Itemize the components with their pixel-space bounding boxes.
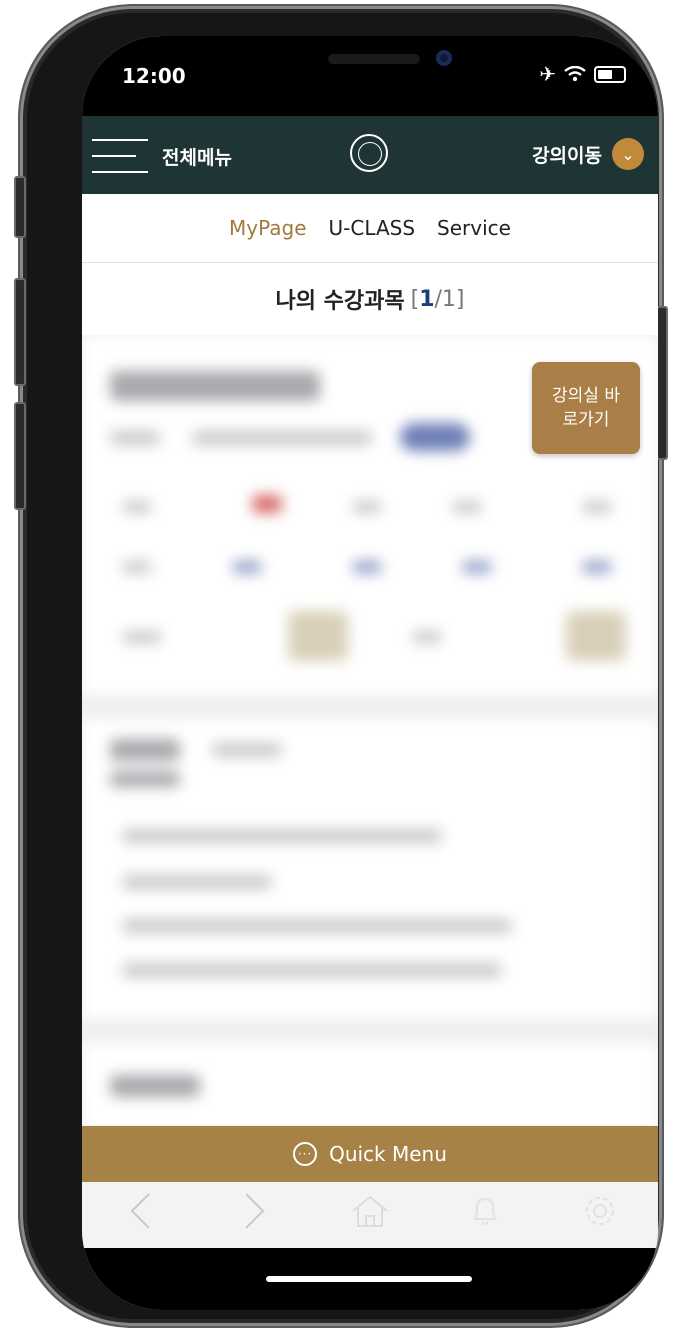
browser-toolbar <box>82 1182 658 1248</box>
blurred-text <box>352 561 382 573</box>
page-counter-current: 1 <box>419 286 435 312</box>
phone-frame: 12:00 ✈ 전체메뉴 강의이동 ⌄ MyPage U-CLASS Servi… <box>14 6 668 1326</box>
blurred-image <box>288 611 348 661</box>
home-indicator-area <box>82 1248 658 1310</box>
blurred-text <box>582 561 612 573</box>
screen: 12:00 ✈ 전체메뉴 강의이동 ⌄ MyPage U-CLASS Servi… <box>82 36 658 1310</box>
notice-card <box>82 719 658 1019</box>
back-button[interactable] <box>110 1192 170 1239</box>
blurred-image <box>566 611 626 661</box>
status-icons: ✈ <box>539 62 626 86</box>
go-to-classroom-label-line1: 강의실 바 <box>552 386 620 406</box>
bottom-card <box>82 1043 658 1125</box>
status-bar: 12:00 ✈ <box>82 36 658 116</box>
front-camera <box>436 50 452 66</box>
blurred-text <box>352 501 382 513</box>
wifi-icon <box>564 66 586 82</box>
chevron-down-icon: ⌄ <box>612 138 644 170</box>
blurred-text <box>122 875 272 889</box>
blurred-badge <box>400 423 470 451</box>
blurred-text <box>110 771 180 787</box>
lecture-move-label: 강의이동 <box>532 144 602 167</box>
notification-button[interactable] <box>455 1194 515 1237</box>
tab-u-class[interactable]: U-CLASS <box>329 216 416 240</box>
page-counter-total: 1 <box>441 286 456 312</box>
blurred-text <box>110 431 160 445</box>
blurred-text <box>122 561 152 573</box>
blurred-text <box>122 501 152 513</box>
blurred-text <box>192 431 372 445</box>
blurred-mark <box>252 495 282 513</box>
tab-service[interactable]: Service <box>437 216 511 240</box>
blurred-text <box>452 501 482 513</box>
home-icon <box>352 1195 388 1227</box>
university-logo[interactable] <box>350 134 388 172</box>
home-indicator[interactable] <box>266 1276 472 1282</box>
page-title-text: 나의 수강과목 <box>275 289 405 314</box>
blurred-text <box>122 829 442 843</box>
blurred-text <box>462 561 492 573</box>
settings-button[interactable] <box>570 1193 630 1238</box>
blurred-text <box>212 743 282 757</box>
mute-switch <box>14 176 26 238</box>
chevron-right-icon <box>245 1192 265 1229</box>
blurred-text <box>122 631 162 643</box>
bell-icon <box>473 1197 497 1225</box>
airplane-icon: ✈ <box>539 62 556 86</box>
blurred-text <box>122 919 512 933</box>
top-tabs: MyPage U-CLASS Service <box>82 194 658 263</box>
blurred-text <box>582 501 612 513</box>
speaker <box>328 54 420 64</box>
full-menu-label: 전체메뉴 <box>162 146 232 169</box>
go-to-classroom-button[interactable]: 강의실 바 로가기 <box>532 362 640 454</box>
go-to-classroom-label: 강의실 바 로가기 <box>552 384 620 432</box>
blurred-text <box>232 561 262 573</box>
volume-up-button <box>14 278 26 386</box>
status-time: 12:00 <box>122 64 186 88</box>
blurred-text <box>110 371 320 401</box>
blurred-text <box>110 1075 200 1097</box>
forward-button[interactable] <box>225 1192 285 1239</box>
blurred-text <box>122 963 502 977</box>
page-counter: [1/1] <box>410 286 465 312</box>
battery-icon <box>594 65 626 83</box>
home-button[interactable] <box>340 1194 400 1237</box>
full-menu-button[interactable]: 전체메뉴 <box>92 134 232 178</box>
more-icon: ··· <box>293 1142 318 1166</box>
blurred-text <box>110 739 180 761</box>
quick-menu-button[interactable]: ··· Quick Menu <box>82 1126 658 1182</box>
go-to-classroom-label-line2: 로가기 <box>562 410 610 430</box>
page-title: 나의 수강과목 [1/1] <box>82 263 658 335</box>
hamburger-icon <box>92 139 148 173</box>
blurred-text <box>412 631 442 643</box>
tab-mypage[interactable]: MyPage <box>229 216 307 240</box>
app-header: 전체메뉴 강의이동 ⌄ <box>82 116 658 194</box>
quick-menu-label: Quick Menu <box>329 1142 447 1166</box>
gear-icon <box>586 1196 615 1225</box>
volume-down-button <box>14 402 26 510</box>
lecture-move-button[interactable]: 강의이동 ⌄ <box>532 138 644 170</box>
chevron-left-icon <box>130 1192 150 1229</box>
